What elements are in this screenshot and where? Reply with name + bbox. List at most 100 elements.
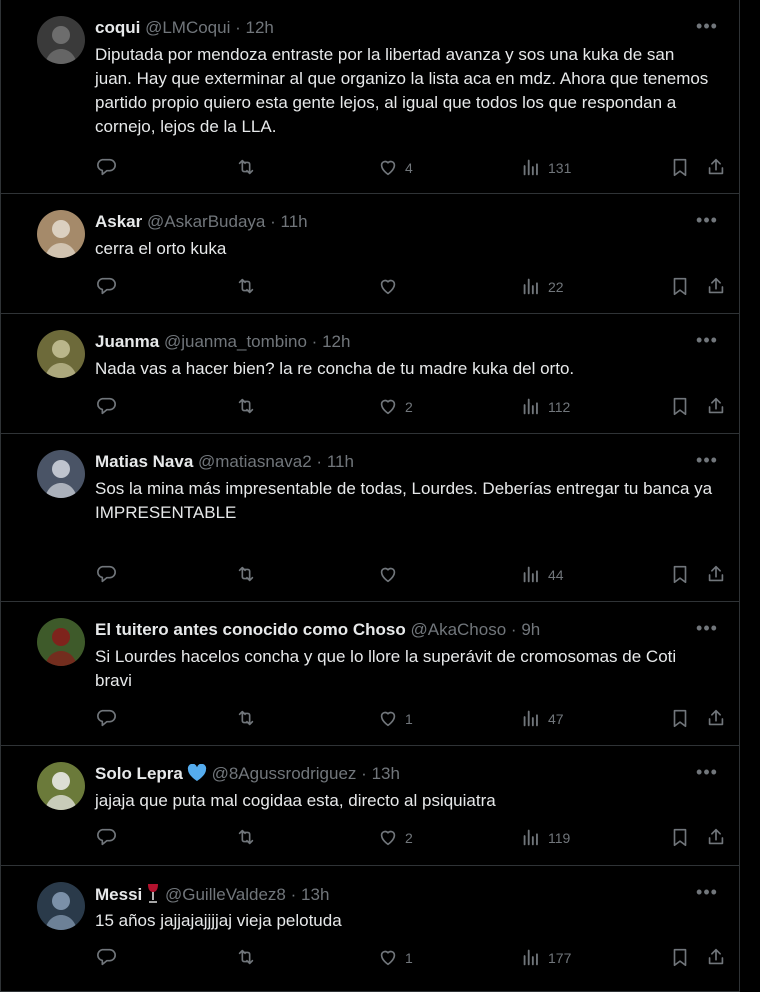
bookmark-button[interactable] bbox=[669, 707, 691, 731]
more-options-icon[interactable]: ••• bbox=[693, 208, 721, 236]
reply-button[interactable] bbox=[95, 156, 117, 180]
tweet-text: Si Lourdes hacelos concha y que lo llore… bbox=[95, 647, 681, 690]
display-name[interactable]: Matias Nava bbox=[95, 452, 193, 471]
avatar[interactable] bbox=[37, 762, 85, 810]
views-button[interactable]: 112 bbox=[520, 395, 570, 419]
share-button[interactable] bbox=[705, 395, 727, 419]
like-button[interactable]: 2 bbox=[377, 826, 413, 850]
bookmark-button[interactable] bbox=[669, 826, 691, 850]
views-button[interactable]: 177 bbox=[520, 946, 571, 970]
share-button[interactable] bbox=[705, 707, 727, 731]
timestamp[interactable]: 13h bbox=[372, 764, 400, 783]
retweet-button[interactable] bbox=[235, 826, 257, 850]
more-options-icon[interactable]: ••• bbox=[693, 328, 721, 356]
user-handle[interactable]: @8Agussrodriguez bbox=[212, 764, 357, 783]
share-button[interactable] bbox=[705, 275, 727, 299]
retweet-button[interactable] bbox=[235, 946, 257, 970]
user-handle[interactable]: @LMCoqui bbox=[145, 18, 230, 37]
like-button[interactable]: 4 bbox=[377, 156, 413, 180]
retweet-button[interactable] bbox=[235, 156, 257, 180]
bookmark-button[interactable] bbox=[669, 946, 691, 970]
share-button[interactable] bbox=[705, 946, 727, 970]
retweet-button[interactable] bbox=[235, 707, 257, 731]
more-options-icon[interactable]: ••• bbox=[693, 880, 721, 908]
avatar[interactable] bbox=[37, 618, 85, 666]
retweet-icon bbox=[235, 946, 257, 971]
avatar[interactable] bbox=[37, 450, 85, 498]
views-button[interactable]: 131 bbox=[520, 156, 571, 180]
timestamp[interactable]: 11h bbox=[327, 452, 354, 471]
like-button[interactable]: 1 bbox=[377, 707, 413, 731]
retweet-button[interactable] bbox=[235, 395, 257, 419]
reply-button[interactable] bbox=[95, 946, 117, 970]
reply-button[interactable] bbox=[95, 707, 117, 731]
bookmark-icon bbox=[669, 946, 691, 971]
views-chart-icon bbox=[520, 156, 542, 181]
like-button[interactable] bbox=[377, 275, 405, 299]
share-button[interactable] bbox=[705, 563, 727, 587]
display-name[interactable]: Messi bbox=[95, 885, 142, 904]
display-name[interactable]: El tuitero antes conocido como Choso bbox=[95, 620, 406, 639]
like-button[interactable]: 1 bbox=[377, 946, 413, 970]
views-button[interactable]: 119 bbox=[520, 826, 570, 850]
heart-icon bbox=[377, 563, 399, 588]
display-name[interactable]: Solo Lepra bbox=[95, 764, 183, 783]
user-handle[interactable]: @AskarBudaya bbox=[147, 212, 265, 231]
likes-count: 2 bbox=[405, 399, 413, 415]
likes-count: 1 bbox=[405, 950, 413, 966]
timestamp[interactable]: 11h bbox=[281, 212, 308, 231]
bookmark-button[interactable] bbox=[669, 395, 691, 419]
tweet-reply[interactable]: El tuitero antes conocido como Choso @Ak… bbox=[1, 602, 739, 746]
more-options-icon[interactable]: ••• bbox=[693, 760, 721, 788]
timestamp[interactable]: 9h bbox=[521, 620, 540, 639]
heart-icon bbox=[377, 395, 399, 420]
avatar[interactable] bbox=[37, 16, 85, 64]
views-button[interactable]: 22 bbox=[520, 275, 564, 299]
like-button[interactable]: 2 bbox=[377, 395, 413, 419]
tweet-reply[interactable]: Messi @GuilleValdez8 · 13h ••• 15 años jaj… bbox=[1, 866, 739, 992]
avatar[interactable] bbox=[37, 882, 85, 930]
more-options-icon[interactable]: ••• bbox=[693, 14, 721, 42]
tweet-reply[interactable]: Solo Lepra @8Agussrodriguez · 13h ••• jaja… bbox=[1, 746, 739, 866]
user-handle[interactable]: @GuilleValdez8 bbox=[165, 885, 286, 904]
bookmark-button[interactable] bbox=[669, 563, 691, 587]
reply-button[interactable] bbox=[95, 826, 117, 850]
retweet-button[interactable] bbox=[235, 563, 257, 587]
user-handle[interactable]: @matiasnava2 bbox=[198, 452, 312, 471]
more-options-icon[interactable]: ••• bbox=[693, 616, 721, 644]
views-button[interactable]: 44 bbox=[520, 563, 564, 587]
views-chart-icon bbox=[520, 946, 542, 971]
views-button[interactable]: 47 bbox=[520, 707, 564, 731]
user-handle[interactable]: @AkaChoso bbox=[410, 620, 506, 639]
avatar[interactable] bbox=[37, 210, 85, 258]
bookmark-button[interactable] bbox=[669, 275, 691, 299]
tweet-reply[interactable]: Askar @AskarBudaya · 11h ••• cerra el orto… bbox=[1, 194, 739, 314]
retweet-button[interactable] bbox=[235, 275, 257, 299]
views-count: 22 bbox=[548, 279, 564, 295]
reply-button[interactable] bbox=[95, 275, 117, 299]
tweet-reply[interactable]: coqui @LMCoqui · 12h ••• Diputada por mend… bbox=[1, 0, 739, 194]
display-name[interactable]: Askar bbox=[95, 212, 142, 231]
user-handle[interactable]: @juanma_tombino bbox=[164, 332, 307, 351]
avatar[interactable] bbox=[37, 330, 85, 378]
timestamp[interactable]: 12h bbox=[246, 18, 274, 37]
reply-button[interactable] bbox=[95, 563, 117, 587]
reply-button[interactable] bbox=[95, 395, 117, 419]
share-button[interactable] bbox=[705, 156, 727, 180]
display-name[interactable]: Juanma bbox=[95, 332, 159, 351]
display-name[interactable]: coqui bbox=[95, 18, 140, 37]
timestamp[interactable]: 13h bbox=[301, 885, 329, 904]
share-icon bbox=[705, 395, 727, 420]
share-button[interactable] bbox=[705, 826, 727, 850]
more-options-icon[interactable]: ••• bbox=[693, 448, 721, 476]
separator-dot: · bbox=[311, 332, 318, 351]
tweet-reply[interactable]: Juanma @juanma_tombino · 12h ••• Nada vas … bbox=[1, 314, 739, 434]
like-button[interactable] bbox=[377, 563, 405, 587]
views-count: 47 bbox=[548, 711, 564, 727]
views-count: 112 bbox=[548, 399, 571, 415]
tweet-reply[interactable]: Matias Nava @matiasnava2 · 11h ••• Sos la … bbox=[1, 434, 739, 602]
likes-count: 4 bbox=[405, 160, 413, 176]
blue-heart-emoji-icon bbox=[187, 763, 207, 788]
timestamp[interactable]: 12h bbox=[322, 332, 350, 351]
bookmark-button[interactable] bbox=[669, 156, 691, 180]
